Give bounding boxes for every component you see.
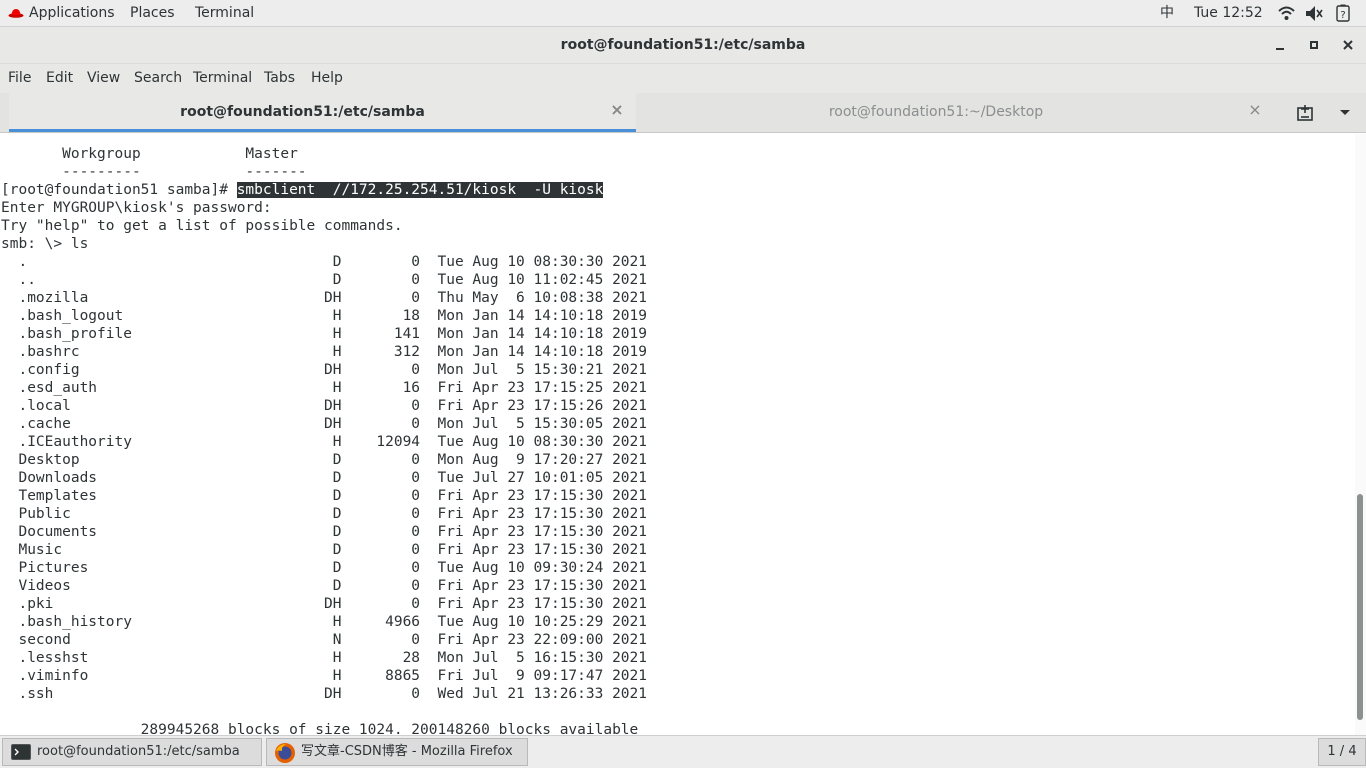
taskbar: root@foundation51:/etc/samba 写文章-CSDN博客 … bbox=[0, 735, 1366, 768]
task-label: 写文章-CSDN博客 - Mozilla Firefox bbox=[301, 744, 513, 759]
terminal-line: .config DH 0 Mon Jul 5 15:30:21 2021 bbox=[1, 362, 648, 378]
terminal-line: Documents D 0 Fri Apr 23 17:15:30 2021 bbox=[1, 524, 648, 540]
scrollbar[interactable] bbox=[1355, 134, 1366, 735]
terminal-line: .bash_history H 4966 Tue Aug 10 10:25:29… bbox=[1, 614, 648, 630]
terminal-line: [root@foundation51 samba]# smbclient //1… bbox=[1, 181, 647, 199]
svg-text:?: ? bbox=[1340, 10, 1345, 21]
wifi-icon[interactable] bbox=[1278, 5, 1295, 22]
menu-edit[interactable]: Edit bbox=[46, 64, 73, 93]
terminal-line: smb: \> ls bbox=[1, 236, 89, 252]
applications-label: Applications bbox=[29, 5, 115, 21]
applications-menu[interactable]: Applications bbox=[8, 0, 115, 26]
minimize-icon[interactable] bbox=[1270, 36, 1290, 56]
terminal-output[interactable]: Workgroup Master --------- ------- [root@… bbox=[0, 134, 1355, 735]
terminal-line: Enter MYGROUP\kiosk's password: bbox=[1, 200, 272, 216]
terminal-line: .mozilla DH 0 Thu May 6 10:08:38 2021 bbox=[1, 290, 648, 306]
redhat-logo-icon bbox=[8, 9, 24, 18]
terminal-line: .. D 0 Tue Aug 10 11:02:45 2021 bbox=[1, 272, 648, 288]
tab-bar: root@foundation51:/etc/samba × root@foun… bbox=[0, 93, 1366, 133]
task-terminal[interactable]: root@foundation51:/etc/samba bbox=[2, 738, 262, 766]
places-menu[interactable]: Places bbox=[130, 0, 175, 26]
tab-desktop[interactable]: root@foundation51:~/Desktop × bbox=[638, 93, 1274, 132]
menu-search[interactable]: Search bbox=[134, 64, 182, 93]
window-title: root@foundation51:/etc/samba bbox=[560, 37, 806, 53]
tab-etc-samba[interactable]: root@foundation51:/etc/samba × bbox=[9, 93, 636, 132]
clock[interactable]: Tue 12:52 bbox=[1194, 0, 1263, 26]
terminal-line: Try "help" to get a list of possible com… bbox=[1, 218, 403, 234]
terminal-line: . D 0 Tue Aug 10 08:30:30 2021 bbox=[1, 254, 648, 270]
selected-command[interactable]: smbclient //172.25.254.51/kiosk -U kiosk bbox=[236, 182, 604, 198]
terminal-line: --------- ------- bbox=[1, 164, 307, 180]
tab-label: root@foundation51:~/Desktop bbox=[828, 104, 1044, 120]
system-status-icon[interactable]: ? bbox=[1336, 4, 1350, 22]
menu-view[interactable]: View bbox=[87, 64, 120, 93]
terminal-line: .bash_logout H 18 Mon Jan 14 14:10:18 20… bbox=[1, 308, 648, 324]
volume-muted-icon[interactable] bbox=[1305, 5, 1323, 22]
terminal-line: Downloads D 0 Tue Jul 27 10:01:05 2021 bbox=[1, 470, 648, 486]
terminal-line: Pictures D 0 Tue Aug 10 09:30:24 2021 bbox=[1, 560, 648, 576]
terminal-line: Videos D 0 Fri Apr 23 17:15:30 2021 bbox=[1, 578, 648, 594]
task-label: root@foundation51:/etc/samba bbox=[37, 744, 240, 759]
firefox-icon bbox=[275, 743, 295, 763]
terminal-line: .viminfo H 8865 Fri Jul 9 09:17:47 2021 bbox=[1, 668, 648, 684]
terminal-line: .bash_profile H 141 Mon Jan 14 14:10:18 … bbox=[1, 326, 648, 342]
terminal-icon bbox=[11, 744, 31, 760]
window-title-bar[interactable]: root@foundation51:/etc/samba bbox=[0, 27, 1366, 64]
scrollbar-thumb[interactable] bbox=[1357, 494, 1363, 720]
menu-bar: File Edit View Search Terminal Tabs Help bbox=[0, 64, 1366, 93]
terminal-lines: Workgroup Master --------- ------- [root@… bbox=[1, 145, 647, 735]
terminal-line: .bashrc H 312 Mon Jan 14 14:10:18 2019 bbox=[1, 344, 648, 360]
close-window-icon[interactable] bbox=[1338, 36, 1358, 56]
task-firefox[interactable]: 写文章-CSDN博客 - Mozilla Firefox bbox=[266, 738, 528, 766]
close-tab-icon[interactable]: × bbox=[1248, 102, 1262, 118]
workspace-indicator[interactable]: 1 / 4 bbox=[1318, 738, 1366, 766]
terminal-line: .ICEauthority H 12094 Tue Aug 10 08:30:3… bbox=[1, 434, 648, 450]
menu-tabs[interactable]: Tabs bbox=[264, 64, 295, 93]
terminal-line: .cache DH 0 Mon Jul 5 15:30:05 2021 bbox=[1, 416, 648, 432]
menu-terminal[interactable]: Terminal bbox=[193, 64, 252, 93]
terminal-line: Workgroup Master bbox=[1, 146, 298, 162]
terminal-line: .lesshst H 28 Mon Jul 5 16:15:30 2021 bbox=[1, 650, 648, 666]
top-panel: Applications Places Terminal 中 Tue 12:52… bbox=[0, 0, 1366, 27]
shell-prompt: [root@foundation51 samba]# bbox=[1, 182, 237, 198]
terminal-line: .local DH 0 Fri Apr 23 17:15:26 2021 bbox=[1, 398, 648, 414]
terminal-app-menu[interactable]: Terminal bbox=[195, 0, 254, 26]
maximize-icon[interactable] bbox=[1304, 36, 1324, 56]
terminal-line: Templates D 0 Fri Apr 23 17:15:30 2021 bbox=[1, 488, 648, 504]
terminal-line: Music D 0 Fri Apr 23 17:15:30 2021 bbox=[1, 542, 648, 558]
terminal-line: Public D 0 Fri Apr 23 17:15:30 2021 bbox=[1, 506, 648, 522]
chevron-down-icon[interactable] bbox=[1338, 108, 1352, 118]
terminal-line: Desktop D 0 Mon Aug 9 17:20:27 2021 bbox=[1, 452, 648, 468]
terminal-line: .ssh DH 0 Wed Jul 21 13:26:33 2021 bbox=[1, 686, 648, 702]
close-tab-icon[interactable]: × bbox=[610, 102, 624, 118]
terminal-line: second N 0 Fri Apr 23 22:09:00 2021 bbox=[1, 632, 648, 648]
terminal-line: .pki DH 0 Fri Apr 23 17:15:30 2021 bbox=[1, 596, 648, 612]
menu-help[interactable]: Help bbox=[311, 64, 343, 93]
tab-label: root@foundation51:/etc/samba bbox=[180, 104, 425, 120]
menu-file[interactable]: File bbox=[8, 64, 31, 93]
new-tab-icon[interactable] bbox=[1296, 104, 1314, 122]
terminal-line: 289945268 blocks of size 1024. 200148260… bbox=[1, 722, 639, 735]
terminal-line: .esd_auth H 16 Fri Apr 23 17:15:25 2021 bbox=[1, 380, 648, 396]
input-method-indicator[interactable]: 中 bbox=[1160, 0, 1174, 26]
